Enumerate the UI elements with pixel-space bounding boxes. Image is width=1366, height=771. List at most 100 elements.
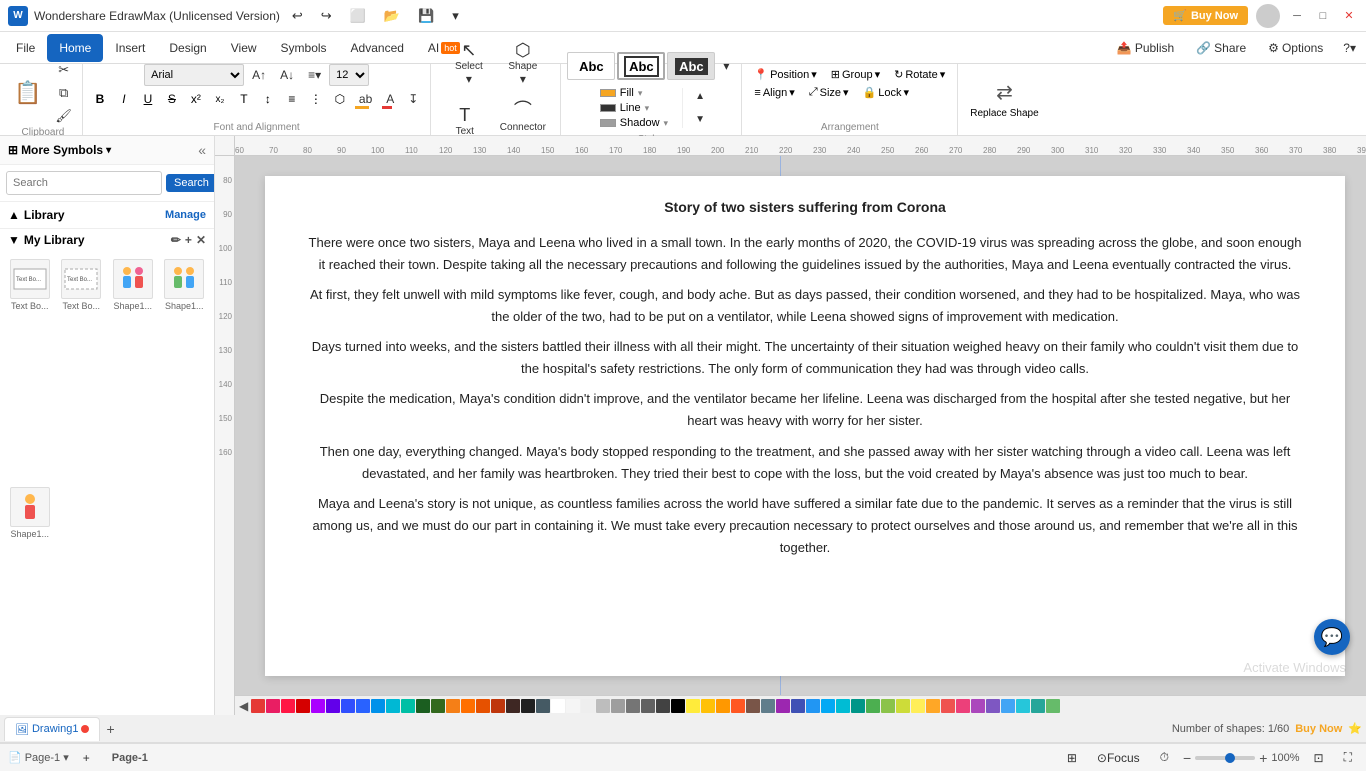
canvas-content[interactable]: Story of two sisters suffering from Coro… xyxy=(235,156,1366,715)
color-swatch[interactable] xyxy=(476,699,490,713)
drawing1-tab[interactable]: 🖼 Drawing1 xyxy=(4,717,100,741)
color-swatch[interactable] xyxy=(491,699,505,713)
panel-collapse-button[interactable]: « xyxy=(198,142,206,158)
manage-link[interactable]: Manage xyxy=(165,209,206,221)
color-swatch[interactable] xyxy=(311,699,325,713)
focus-button[interactable]: ⊙ Focus xyxy=(1091,747,1146,769)
color-swatch[interactable] xyxy=(761,699,775,713)
options-button[interactable]: ⚙ Options xyxy=(1260,38,1331,58)
color-swatch[interactable] xyxy=(1016,699,1030,713)
redo-btn[interactable]: ↪ xyxy=(315,5,338,27)
line-spacing-button[interactable]: ↕ xyxy=(257,88,279,110)
color-swatch[interactable] xyxy=(341,699,355,713)
page-size-selector[interactable]: 📄 Page-1 ▾ xyxy=(8,751,69,764)
color-swatch[interactable] xyxy=(956,699,970,713)
zoom-slider[interactable] xyxy=(1195,756,1255,760)
zoom-in-button[interactable]: + xyxy=(1259,750,1267,766)
color-swatch[interactable] xyxy=(716,699,730,713)
color-swatch[interactable] xyxy=(941,699,955,713)
my-library-toggle[interactable]: ▼ xyxy=(8,233,20,247)
color-swatch[interactable] xyxy=(611,699,625,713)
timer-button[interactable]: ⏱ xyxy=(1154,747,1175,769)
color-swatch[interactable] xyxy=(881,699,895,713)
cut-button[interactable]: ✂ xyxy=(49,59,78,81)
fit-page-button[interactable]: ⊡ xyxy=(1308,747,1330,769)
color-swatch[interactable] xyxy=(851,699,865,713)
color-swatch[interactable] xyxy=(746,699,760,713)
shadow-button[interactable]: Shadow ▾ xyxy=(596,116,672,130)
color-swatch[interactable] xyxy=(776,699,790,713)
buy-now-link[interactable]: Buy Now xyxy=(1295,723,1342,735)
color-swatch[interactable] xyxy=(896,699,910,713)
decrease-font-btn[interactable]: A↓ xyxy=(274,64,300,86)
group-button[interactable]: ⊞ Group▾ xyxy=(825,66,886,83)
bullet-list-button[interactable]: ≡ xyxy=(281,88,303,110)
number-list-button[interactable]: ⋮ xyxy=(305,88,327,110)
text-button[interactable]: T Text xyxy=(440,102,490,140)
color-swatch[interactable] xyxy=(626,699,640,713)
italic-button[interactable]: I xyxy=(113,88,135,110)
more-btn[interactable]: ▾ xyxy=(446,5,465,27)
font-family-select[interactable]: Arial xyxy=(144,64,244,86)
color-swatch[interactable] xyxy=(806,699,820,713)
color-swatch[interactable] xyxy=(971,699,985,713)
search-button[interactable]: Search xyxy=(166,174,215,192)
underline-button[interactable]: U xyxy=(137,88,159,110)
open-btn[interactable]: 📂 xyxy=(378,5,406,27)
style-box-2[interactable]: Abc xyxy=(617,52,665,80)
color-swatch[interactable] xyxy=(656,699,670,713)
font-color-btn[interactable]: A xyxy=(380,88,400,110)
color-swatch[interactable] xyxy=(251,699,265,713)
undo-btn[interactable]: ↩ xyxy=(286,5,309,27)
font-align-expand[interactable]: ↧ xyxy=(402,88,424,110)
lock-button[interactable]: 🔒 Lock▾ xyxy=(857,84,915,101)
superscript-button[interactable]: x² xyxy=(185,88,207,110)
size-button[interactable]: ⤢ Size▾ xyxy=(803,84,855,101)
menu-file[interactable]: File xyxy=(4,34,47,62)
more-symbols-button[interactable]: ⊞ More Symbols ▾ xyxy=(8,143,111,157)
line-button[interactable]: Line ▾ xyxy=(596,101,672,115)
color-swatch[interactable] xyxy=(581,699,595,713)
my-library-add-btn[interactable]: + xyxy=(185,233,192,247)
zoom-out-button[interactable]: − xyxy=(1183,750,1191,766)
color-swatch[interactable] xyxy=(926,699,940,713)
color-swatch[interactable] xyxy=(326,699,340,713)
shape-thumb-shape3[interactable]: Shape1... xyxy=(6,485,54,709)
color-swatch[interactable] xyxy=(1031,699,1045,713)
styles-expand-down[interactable]: ▼ xyxy=(689,109,711,131)
color-swatch[interactable] xyxy=(521,699,535,713)
palette-left-arrow[interactable]: ◀ xyxy=(239,699,248,713)
color-swatch[interactable] xyxy=(461,699,475,713)
font-size-select[interactable]: 12 xyxy=(329,64,369,86)
menu-design[interactable]: Design xyxy=(157,34,218,62)
color-swatch[interactable] xyxy=(701,699,715,713)
my-library-edit-btn[interactable]: ✏ xyxy=(171,233,181,247)
color-swatch[interactable] xyxy=(731,699,745,713)
color-swatch[interactable] xyxy=(821,699,835,713)
help-button[interactable]: ?▾ xyxy=(1337,37,1362,59)
library-row[interactable]: ▲ Library Manage xyxy=(0,202,214,229)
share-button[interactable]: 🔗 Share xyxy=(1188,38,1254,58)
minimize-button[interactable]: ─ xyxy=(1288,7,1306,25)
color-swatch[interactable] xyxy=(836,699,850,713)
chatbot-button[interactable]: 💬 xyxy=(1314,619,1350,655)
styles-expand-vertical[interactable]: ▲ xyxy=(689,86,711,108)
user-avatar[interactable] xyxy=(1256,4,1280,28)
style-box-3[interactable]: Abc xyxy=(667,52,715,80)
color-swatch[interactable] xyxy=(566,699,580,713)
layers-button[interactable]: ⊞ xyxy=(1061,747,1083,769)
fullscreen-button[interactable]: ⛶ xyxy=(1338,747,1358,769)
color-swatch[interactable] xyxy=(356,699,370,713)
replace-shape-label[interactable]: Replace Shape xyxy=(970,107,1038,120)
color-swatch[interactable] xyxy=(386,699,400,713)
canvas-area[interactable]: 60 70 80 90 100 110 120 130 140 150 160 … xyxy=(215,136,1366,715)
increase-font-btn[interactable]: A↑ xyxy=(246,64,272,86)
paste-button[interactable]: 📋 xyxy=(8,77,47,109)
color-swatch[interactable] xyxy=(686,699,700,713)
color-swatch[interactable] xyxy=(911,699,925,713)
color-swatch[interactable] xyxy=(551,699,565,713)
color-swatch[interactable] xyxy=(431,699,445,713)
fill-button[interactable]: Fill ▾ xyxy=(596,86,672,100)
color-swatch[interactable] xyxy=(266,699,280,713)
maximize-btn[interactable]: ⬜ xyxy=(344,5,372,27)
